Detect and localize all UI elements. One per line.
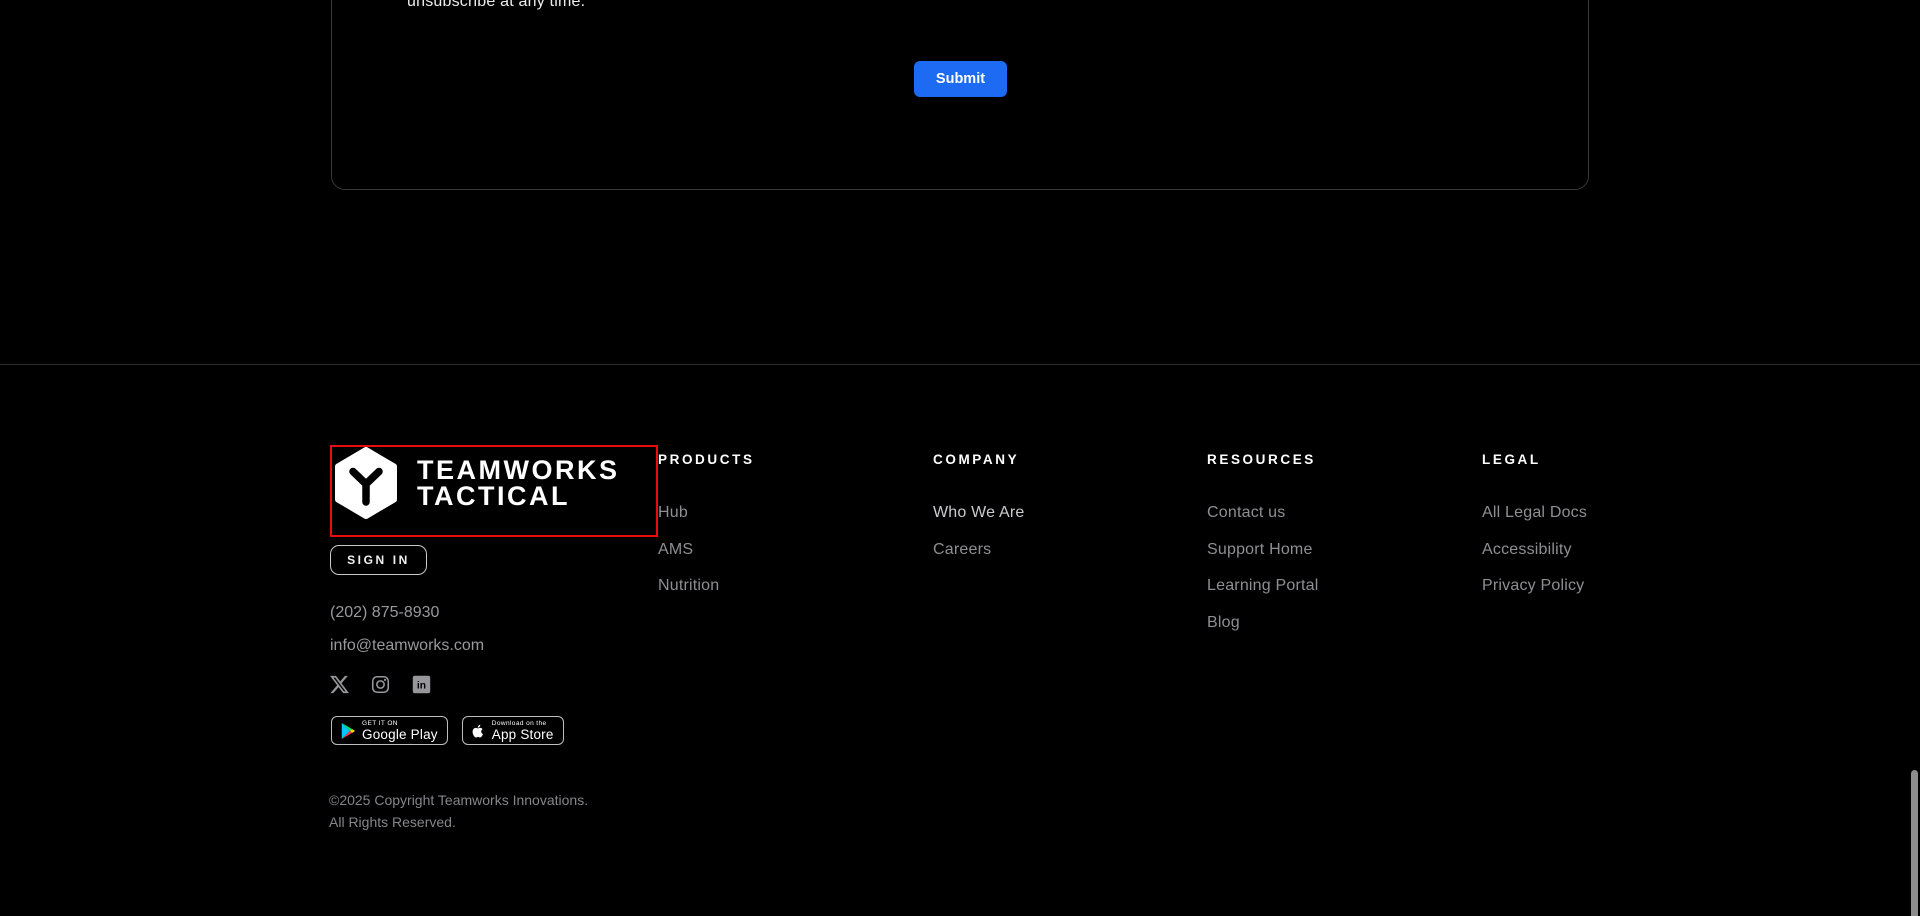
footer-column-resources: RESOURCES Contact us Support Home Learni… [1207, 452, 1319, 650]
page-root: unsubscribe at any time. Submit TEAMWORK… [0, 0, 1920, 916]
vertical-scrollbar-thumb[interactable] [1911, 770, 1918, 916]
resources-heading: RESOURCES [1207, 452, 1316, 467]
phone-link[interactable]: (202) 875-8930 [330, 604, 439, 622]
copyright-text: ©2025 Copyright Teamworks Innovations. A… [329, 789, 588, 833]
apple-logo-icon [472, 724, 483, 737]
x-logo-icon[interactable] [330, 675, 349, 694]
footer-column-products: PRODUCTS Hub AMS Nutrition [658, 452, 755, 614]
email-link[interactable]: info@teamworks.com [330, 637, 484, 655]
link-all-legal-docs[interactable]: All Legal Docs [1482, 504, 1587, 521]
google-play-triangle-icon [341, 722, 355, 739]
hexagon-y-logo-icon [335, 447, 397, 519]
products-heading: PRODUCTS [658, 452, 755, 467]
legal-heading: LEGAL [1482, 452, 1541, 467]
brand-logo[interactable]: TEAMWORKS TACTICAL [333, 447, 619, 519]
sign-in-button[interactable]: SIGN IN [330, 545, 427, 575]
link-hub[interactable]: Hub [658, 504, 755, 521]
link-contact-us[interactable]: Contact us [1207, 504, 1319, 521]
link-who-we-are[interactable]: Who We Are [933, 504, 1025, 521]
link-privacy-policy[interactable]: Privacy Policy [1482, 577, 1587, 594]
link-learning-portal[interactable]: Learning Portal [1207, 577, 1319, 594]
google-play-label: Google Play [362, 726, 438, 742]
copyright-line2: All Rights Reserved. [329, 814, 456, 830]
social-links-row: in [330, 675, 431, 694]
company-heading: COMPANY [933, 452, 1020, 467]
copyright-line1: ©2025 Copyright Teamworks Innovations. [329, 792, 589, 808]
link-careers[interactable]: Careers [933, 541, 1025, 558]
app-store-badge[interactable]: Download on the App Store [461, 716, 564, 745]
instagram-icon[interactable] [371, 675, 390, 694]
link-nutrition[interactable]: Nutrition [658, 577, 755, 594]
app-badges-row: GET IT ON Google Play Download on the Ap… [331, 716, 564, 745]
brand-wordmark: TEAMWORKS TACTICAL [417, 455, 620, 511]
google-play-badge[interactable]: GET IT ON Google Play [331, 716, 448, 745]
unsubscribe-note-text: unsubscribe at any time. [407, 0, 586, 10]
link-accessibility[interactable]: Accessibility [1482, 541, 1587, 558]
link-ams[interactable]: AMS [658, 541, 755, 558]
brand-name-line1: TEAMWORKS [417, 455, 620, 485]
footer-column-legal: LEGAL All Legal Docs Accessibility Priva… [1482, 452, 1587, 614]
app-store-label: App Store [491, 726, 554, 742]
linkedin-icon[interactable]: in [412, 675, 431, 694]
footer-divider [0, 364, 1920, 365]
link-support-home[interactable]: Support Home [1207, 541, 1319, 558]
footer-column-company: COMPANY Who We Are Careers [933, 452, 1025, 577]
brand-name-line2: TACTICAL [417, 481, 570, 511]
submit-button[interactable]: Submit [914, 61, 1007, 97]
svg-text:in: in [417, 681, 426, 692]
link-blog[interactable]: Blog [1207, 614, 1319, 631]
